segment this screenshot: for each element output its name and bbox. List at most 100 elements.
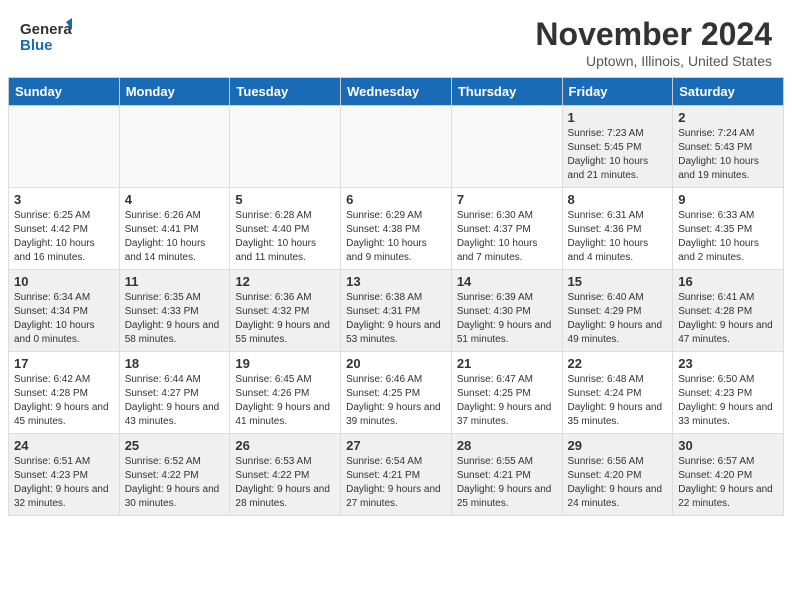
day-number: 27 [346,438,446,453]
calendar-day-cell: 25 Sunrise: 6:52 AM Sunset: 4:22 PM Dayli… [119,434,230,516]
calendar-table: Sunday Monday Tuesday Wednesday Thursday… [8,77,784,516]
calendar-day-cell [341,106,452,188]
day-number: 29 [568,438,668,453]
day-number: 8 [568,192,668,207]
calendar-day-cell: 8Sunrise: 6:31 AM Sunset: 4:36 PM Daylig… [562,188,673,270]
calendar-day-cell: 18 Sunrise: 6:44 AM Sunset: 4:27 PM Dayli… [119,352,230,434]
calendar-week-row: 10 Sunrise: 6:34 AM Sunset: 4:34 PM Dayli… [9,270,784,352]
calendar-day-cell: 16Sunrise: 6:41 AM Sunset: 4:28 PM Dayli… [673,270,784,352]
calendar-header-row: Sunday Monday Tuesday Wednesday Thursday… [9,78,784,106]
calendar-day-cell [230,106,341,188]
day-number: 20 [346,356,446,371]
calendar-day-cell: 15Sunrise: 6:40 AM Sunset: 4:29 PM Dayli… [562,270,673,352]
calendar-day-cell: 7 Sunrise: 6:30 AM Sunset: 4:37 PM Daylig… [451,188,562,270]
day-number: 2 [678,110,778,125]
day-info: Sunrise: 6:51 AM Sunset: 4:23 PM Dayligh… [14,455,114,511]
calendar-day-cell [451,106,562,188]
day-info: Sunrise: 6:26 AM Sunset: 4:41 PM Dayligh… [125,209,225,265]
calendar-day-cell: 3Sunrise: 6:25 AM Sunset: 4:42 PM Daylig… [9,188,120,270]
calendar-day-cell: 30 Sunrise: 6:57 AM Sunset: 4:20 PM Dayli… [673,434,784,516]
day-info: Sunrise: 6:40 AM Sunset: 4:29 PM Dayligh… [568,291,668,347]
calendar-week-row: 17 Sunrise: 6:42 AM Sunset: 4:28 PM Dayli… [9,352,784,434]
title-block: November 2024 Uptown, Illinois, United S… [535,16,772,69]
calendar-day-cell [9,106,120,188]
calendar-week-row: 1 Sunrise: 7:23 AM Sunset: 5:45 PM Daylig… [9,106,784,188]
day-info: Sunrise: 6:35 AM Sunset: 4:33 PM Dayligh… [125,291,225,347]
day-info: Sunrise: 6:46 AM Sunset: 4:25 PM Dayligh… [346,373,446,429]
calendar-day-cell: 20 Sunrise: 6:46 AM Sunset: 4:25 PM Dayli… [341,352,452,434]
day-info: Sunrise: 6:39 AM Sunset: 4:30 PM Dayligh… [457,291,557,347]
calendar-day-cell: 24 Sunrise: 6:51 AM Sunset: 4:23 PM Dayli… [9,434,120,516]
calendar-wrapper: Sunday Monday Tuesday Wednesday Thursday… [0,77,792,524]
day-info: Sunrise: 6:33 AM Sunset: 4:35 PM Dayligh… [678,209,778,265]
calendar-day-cell: 5Sunrise: 6:28 AM Sunset: 4:40 PM Daylig… [230,188,341,270]
day-info: Sunrise: 6:55 AM Sunset: 4:21 PM Dayligh… [457,455,557,511]
day-number: 14 [457,274,557,289]
day-info: Sunrise: 6:53 AM Sunset: 4:22 PM Dayligh… [235,455,335,511]
calendar-day-cell [119,106,230,188]
calendar-day-cell: 29 Sunrise: 6:56 AM Sunset: 4:20 PM Dayli… [562,434,673,516]
logo: General Blue [20,16,72,60]
calendar-day-cell: 19 Sunrise: 6:45 AM Sunset: 4:26 PM Dayli… [230,352,341,434]
col-monday: Monday [119,78,230,106]
day-info: Sunrise: 6:28 AM Sunset: 4:40 PM Dayligh… [235,209,335,265]
day-number: 24 [14,438,114,453]
calendar-day-cell: 6Sunrise: 6:29 AM Sunset: 4:38 PM Daylig… [341,188,452,270]
day-info: Sunrise: 6:48 AM Sunset: 4:24 PM Dayligh… [568,373,668,429]
day-number: 1 [568,110,668,125]
calendar-day-cell: 2Sunrise: 7:24 AM Sunset: 5:43 PM Daylig… [673,106,784,188]
day-info: Sunrise: 6:34 AM Sunset: 4:34 PM Dayligh… [14,291,114,347]
calendar-day-cell: 12 Sunrise: 6:36 AM Sunset: 4:32 PM Dayli… [230,270,341,352]
calendar-day-cell: 4 Sunrise: 6:26 AM Sunset: 4:41 PM Daylig… [119,188,230,270]
col-wednesday: Wednesday [341,78,452,106]
day-info: Sunrise: 6:57 AM Sunset: 4:20 PM Dayligh… [678,455,778,511]
calendar-day-cell: 22Sunrise: 6:48 AM Sunset: 4:24 PM Dayli… [562,352,673,434]
day-info: Sunrise: 6:36 AM Sunset: 4:32 PM Dayligh… [235,291,335,347]
page-subtitle: Uptown, Illinois, United States [535,53,772,69]
day-info: Sunrise: 6:30 AM Sunset: 4:37 PM Dayligh… [457,209,557,265]
day-number: 28 [457,438,557,453]
day-number: 19 [235,356,335,371]
day-info: Sunrise: 6:54 AM Sunset: 4:21 PM Dayligh… [346,455,446,511]
day-info: Sunrise: 6:44 AM Sunset: 4:27 PM Dayligh… [125,373,225,429]
day-info: Sunrise: 6:42 AM Sunset: 4:28 PM Dayligh… [14,373,114,429]
day-number: 12 [235,274,335,289]
calendar-day-cell: 23Sunrise: 6:50 AM Sunset: 4:23 PM Dayli… [673,352,784,434]
day-number: 4 [125,192,225,207]
day-number: 6 [346,192,446,207]
day-number: 21 [457,356,557,371]
day-number: 11 [125,274,225,289]
svg-text:General: General [20,21,72,38]
calendar-day-cell: 27 Sunrise: 6:54 AM Sunset: 4:21 PM Dayli… [341,434,452,516]
day-number: 10 [14,274,114,289]
day-number: 17 [14,356,114,371]
day-info: Sunrise: 6:56 AM Sunset: 4:20 PM Dayligh… [568,455,668,511]
calendar-week-row: 24 Sunrise: 6:51 AM Sunset: 4:23 PM Dayli… [9,434,784,516]
page-title: November 2024 [535,16,772,53]
day-info: Sunrise: 6:38 AM Sunset: 4:31 PM Dayligh… [346,291,446,347]
day-number: 9 [678,192,778,207]
day-number: 25 [125,438,225,453]
col-saturday: Saturday [673,78,784,106]
calendar-day-cell: 13 Sunrise: 6:38 AM Sunset: 4:31 PM Dayli… [341,270,452,352]
col-tuesday: Tuesday [230,78,341,106]
day-number: 7 [457,192,557,207]
calendar-day-cell: 9 Sunrise: 6:33 AM Sunset: 4:35 PM Daylig… [673,188,784,270]
svg-text:Blue: Blue [20,37,53,54]
page-header: General Blue November 2024 Uptown, Illin… [0,0,792,77]
day-info: Sunrise: 7:23 AM Sunset: 5:45 PM Dayligh… [568,127,668,183]
day-info: Sunrise: 6:47 AM Sunset: 4:25 PM Dayligh… [457,373,557,429]
day-number: 3 [14,192,114,207]
calendar-day-cell: 21 Sunrise: 6:47 AM Sunset: 4:25 PM Dayli… [451,352,562,434]
day-info: Sunrise: 6:52 AM Sunset: 4:22 PM Dayligh… [125,455,225,511]
day-info: Sunrise: 6:50 AM Sunset: 4:23 PM Dayligh… [678,373,778,429]
day-number: 13 [346,274,446,289]
day-number: 30 [678,438,778,453]
col-thursday: Thursday [451,78,562,106]
calendar-body: 1 Sunrise: 7:23 AM Sunset: 5:45 PM Daylig… [9,106,784,516]
col-friday: Friday [562,78,673,106]
day-info: Sunrise: 6:45 AM Sunset: 4:26 PM Dayligh… [235,373,335,429]
calendar-day-cell: 28 Sunrise: 6:55 AM Sunset: 4:21 PM Dayli… [451,434,562,516]
calendar-week-row: 3Sunrise: 6:25 AM Sunset: 4:42 PM Daylig… [9,188,784,270]
day-number: 18 [125,356,225,371]
